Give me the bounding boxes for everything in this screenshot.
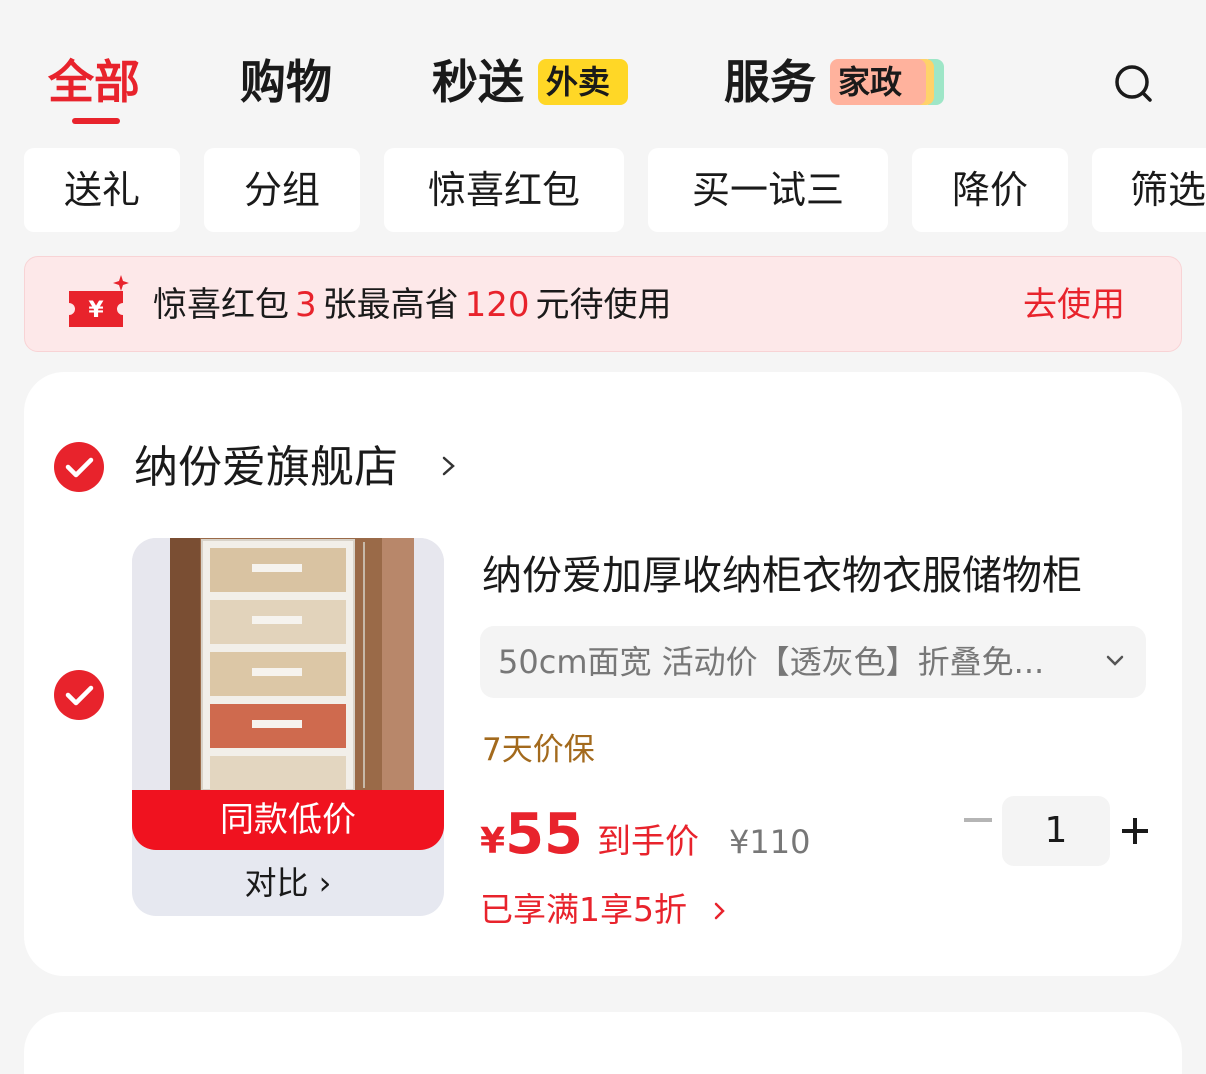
coupon-middle: 张最高省 bbox=[322, 285, 459, 325]
compare-button[interactable]: 对比 › bbox=[132, 858, 444, 908]
checkmark-icon bbox=[65, 685, 94, 706]
chip-buy-one-try-three[interactable]: 买一试三 bbox=[648, 148, 888, 232]
final-price: 55 bbox=[505, 802, 583, 867]
coupon-banner[interactable]: ¥ 惊喜红包 3 张最高省 120 元待使用 去使用 bbox=[24, 256, 1182, 352]
chevron-down-icon bbox=[1106, 655, 1124, 666]
coupon-yuan-symbol: ¥ bbox=[88, 298, 104, 323]
currency-symbol: ¥ bbox=[480, 821, 506, 862]
next-store-card bbox=[24, 1012, 1182, 1074]
chevron-right-icon[interactable] bbox=[438, 452, 460, 480]
coupon-suffix: 元待使用 bbox=[535, 285, 672, 325]
promotion-info[interactable]: 已享满1享5折 bbox=[480, 886, 687, 934]
spec-selector[interactable]: 50cm面宽 活动价【透灰色】折叠免... bbox=[480, 626, 1146, 698]
item-select-checkbox[interactable] bbox=[54, 670, 104, 720]
quantity-decrease-button[interactable] bbox=[964, 818, 992, 822]
search-icon[interactable] bbox=[1112, 62, 1156, 106]
quantity-increase-button[interactable] bbox=[1122, 818, 1148, 844]
product-thumbnail[interactable]: 同款低价 对比 › bbox=[132, 538, 444, 916]
tab-services[interactable]: 服务 bbox=[724, 52, 816, 112]
coupon-amount: 120 bbox=[464, 285, 530, 325]
red-packet-icon: ¥ bbox=[69, 275, 129, 327]
chip-surprise-coupon[interactable]: 惊喜红包 bbox=[384, 148, 624, 232]
original-price: ¥110 bbox=[729, 823, 811, 861]
final-price-label: 到手价 bbox=[597, 822, 699, 862]
storage-cabinet-image bbox=[132, 538, 444, 790]
coupon-message: 惊喜红包 3 张最高省 120 元待使用 bbox=[153, 279, 672, 331]
chip-price-drop[interactable]: 降价 bbox=[912, 148, 1068, 232]
store-name[interactable]: 纳份爱旗舰店 bbox=[134, 436, 398, 500]
tab-all[interactable]: 全部 bbox=[48, 52, 140, 112]
spec-text: 50cm面宽 活动价【透灰色】折叠免... bbox=[498, 643, 1045, 681]
chip-gift[interactable]: 送礼 bbox=[24, 148, 180, 232]
same-item-low-price-flag[interactable]: 同款低价 bbox=[132, 790, 444, 850]
checkmark-icon bbox=[65, 457, 94, 478]
quantity-field[interactable]: 1 bbox=[1002, 796, 1110, 866]
tab-express[interactable]: 秒送 bbox=[432, 52, 524, 112]
housekeeping-badge: 家政 bbox=[830, 59, 926, 105]
use-coupon-button[interactable]: 去使用 bbox=[1023, 279, 1125, 331]
takeout-badge: 外卖 bbox=[538, 59, 628, 105]
filter-chip-bar: 送礼 分组 惊喜红包 买一试三 降价 筛选 bbox=[0, 148, 1206, 232]
store-select-checkbox[interactable] bbox=[54, 442, 104, 492]
price-row: ¥55 到手价 ¥110 bbox=[480, 802, 810, 872]
product-title[interactable]: 纳份爱加厚收纳柜衣物衣服储物柜 bbox=[482, 548, 1082, 604]
chip-group[interactable]: 分组 bbox=[204, 148, 360, 232]
price-protection-label: 7天价保 bbox=[482, 732, 595, 768]
top-tab-bar: 全部 购物 秒送 外卖 服务 家政 bbox=[0, 0, 1206, 130]
chip-filter[interactable]: 筛选 bbox=[1092, 148, 1206, 232]
store-cart-card: 纳份爱旗舰店 同款低价 对比 › 纳份爱加厚收纳柜衣物衣服储物柜 50cm面宽 … bbox=[24, 372, 1182, 976]
coupon-prefix: 惊喜红包 bbox=[153, 285, 289, 325]
coupon-count: 3 bbox=[295, 285, 317, 325]
chevron-right-icon[interactable] bbox=[712, 900, 728, 922]
tab-active-indicator bbox=[72, 118, 120, 124]
tab-shopping[interactable]: 购物 bbox=[240, 52, 332, 112]
